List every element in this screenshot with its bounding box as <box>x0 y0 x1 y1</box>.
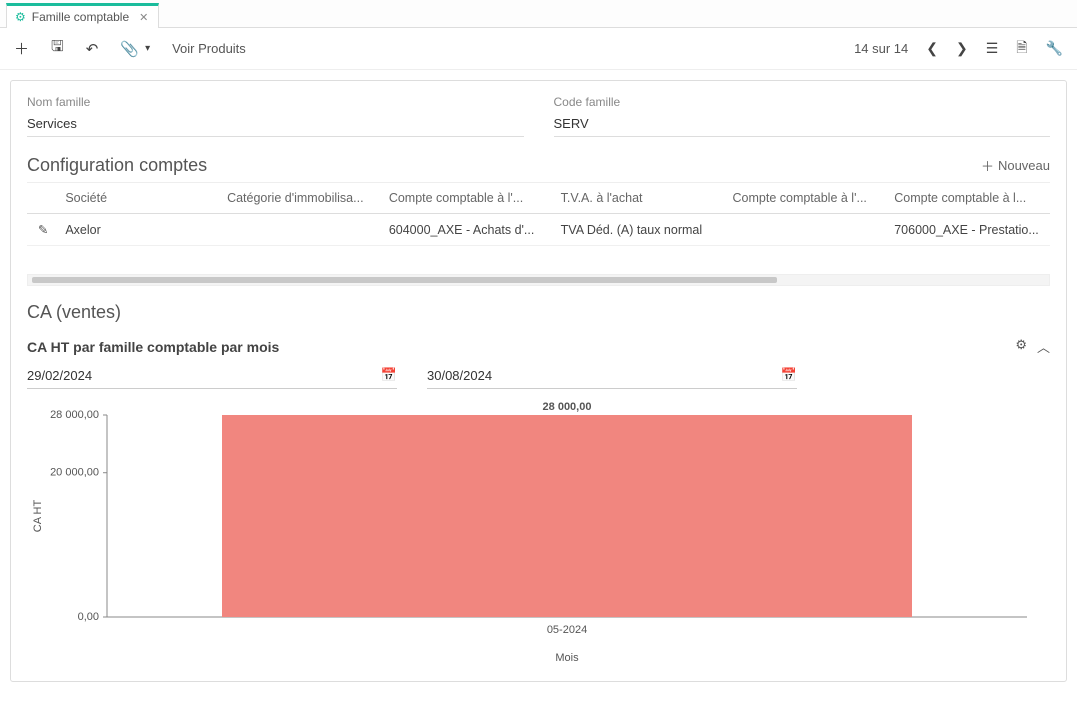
attachment-icon[interactable]: 📎 <box>120 40 139 58</box>
svg-text:Mois: Mois <box>555 652 579 664</box>
cell-categorie <box>221 214 383 246</box>
edit-icon[interactable]: ✎ <box>38 223 48 237</box>
date-to-value: 30/08/2024 <box>427 368 492 383</box>
date-from-value: 29/02/2024 <box>27 368 92 383</box>
save-icon[interactable]: 🖫 <box>51 36 64 61</box>
prev-icon[interactable]: ❮ <box>926 40 938 57</box>
attachment-dropdown-icon[interactable]: ▾ <box>145 43 150 54</box>
cell-tva-achat: TVA Déd. (A) taux normal <box>555 214 727 246</box>
svg-text:28 000,00: 28 000,00 <box>543 401 592 413</box>
bar-chart: 0,00 20 000,00 28 000,00 28 000,00 05-2024 Mo… <box>27 397 1047 667</box>
new-button[interactable]: ＋ Nouveau <box>981 156 1050 175</box>
chart-collapse-icon[interactable]: ︿ <box>1037 337 1050 356</box>
calendar-icon[interactable]: 📅 <box>381 367 397 383</box>
config-table: Société Catégorie d'immobilisa... Compte… <box>27 182 1050 246</box>
voir-produits-link[interactable]: Voir Produits <box>172 41 246 56</box>
col-compte-achat[interactable]: Compte comptable à l'... <box>383 183 555 214</box>
svg-text:0,00: 0,00 <box>78 611 99 623</box>
svg-text:CA HT: CA HT <box>32 500 44 533</box>
svg-text:20 000,00: 20 000,00 <box>50 467 99 479</box>
code-famille-label: Code famille <box>554 95 1051 109</box>
chart-area: 0,00 20 000,00 28 000,00 28 000,00 05-2024 Mo… <box>27 397 1050 667</box>
plus-icon: ＋ <box>981 156 994 175</box>
chart-settings-icon[interactable]: ⚙ <box>1015 337 1027 356</box>
chart-title: CA HT par famille comptable par mois <box>27 339 279 355</box>
col-categorie[interactable]: Catégorie d'immobilisa... <box>221 183 383 214</box>
cell-compte-achat: 604000_AXE - Achats d'... <box>383 214 555 246</box>
col-societe[interactable]: Société <box>59 183 221 214</box>
tab-title: Famille comptable <box>32 10 129 24</box>
nom-famille-label: Nom famille <box>27 95 524 109</box>
cell-societe: Axelor <box>59 214 221 246</box>
pager-text: 14 sur 14 <box>854 41 908 56</box>
ca-ventes-title: CA (ventes) <box>27 302 1050 323</box>
calendar-icon[interactable]: 📅 <box>781 367 797 383</box>
cell-compte-vente: 706000_AXE - Prestatio... <box>888 214 1050 246</box>
add-icon[interactable]: ＋ <box>14 38 29 59</box>
next-icon[interactable]: ❯ <box>956 40 968 57</box>
scrollbar-thumb[interactable] <box>32 277 777 283</box>
date-to-input[interactable]: 30/08/2024 📅 <box>427 364 797 389</box>
col-compte-vente[interactable]: Compte comptable à l... <box>888 183 1050 214</box>
config-comptes-title: Configuration comptes <box>27 155 207 176</box>
cell-compte-achat2 <box>727 214 889 246</box>
undo-icon[interactable]: ↶ <box>86 40 99 58</box>
col-compte-achat2[interactable]: Compte comptable à l'... <box>727 183 889 214</box>
horizontal-scrollbar[interactable] <box>27 274 1050 286</box>
date-from-input[interactable]: 29/02/2024 📅 <box>27 364 397 389</box>
table-row[interactable]: ✎ Axelor 604000_AXE - Achats d'... TVA D… <box>27 214 1050 246</box>
svg-text:28 000,00: 28 000,00 <box>50 409 99 421</box>
close-icon[interactable]: ✕ <box>139 11 148 24</box>
col-tva-achat[interactable]: T.V.A. à l'achat <box>555 183 727 214</box>
document-icon[interactable]: 🗎 <box>1016 37 1027 61</box>
nom-famille-input[interactable]: Services <box>27 113 524 137</box>
svg-text:05-2024: 05-2024 <box>547 624 587 636</box>
new-label: Nouveau <box>998 158 1050 173</box>
tab-famille-comptable[interactable]: ⚙ Famille comptable ✕ <box>6 3 159 28</box>
gear-icon: ⚙ <box>15 10 26 24</box>
list-view-icon[interactable]: ☰ <box>986 40 999 57</box>
wrench-icon[interactable]: 🔧 <box>1046 40 1063 57</box>
code-famille-input[interactable]: SERV <box>554 113 1051 137</box>
